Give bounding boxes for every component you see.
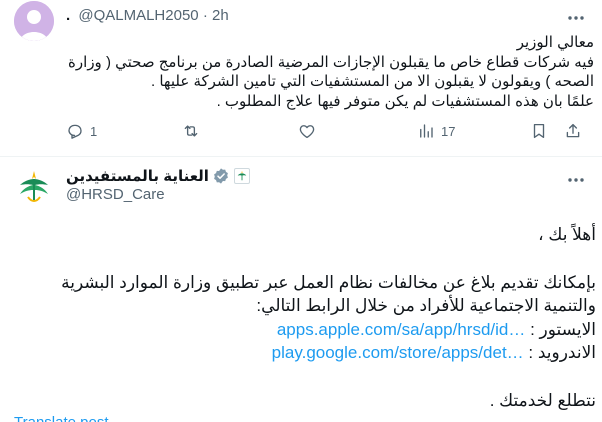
affiliate-logo-icon[interactable]	[233, 168, 250, 184]
author-handle[interactable]: @QALMALH2050	[78, 7, 198, 24]
android-row: الاندرويد : play.google.com/store/apps/d…	[14, 341, 596, 365]
author-handle[interactable]: @HRSD_Care	[66, 186, 165, 203]
bookmark-icon	[533, 123, 545, 139]
like-button[interactable]	[298, 122, 322, 140]
tweet-text: أهلاً بك ، بإمكانك تقديم بلاغ عن مخالفات…	[14, 223, 596, 412]
action-bar: 1 17	[66, 122, 586, 142]
paragraph-line: بإمكانك تقديم بلاغ عن مخالفات نظام العمل…	[61, 272, 596, 292]
more-options-icon[interactable]	[566, 8, 586, 28]
views-button[interactable]: 17	[417, 122, 455, 140]
separator: ·	[202, 7, 208, 24]
avatar[interactable]	[14, 1, 54, 41]
text-line: الصحه ) ويقولون لا يقبلون الا من المستشف…	[151, 73, 594, 90]
timestamp[interactable]: 2h	[212, 7, 229, 24]
reply-tweet[interactable]: . @QALMALH2050 · 2h معالي الوزير فيه شرك…	[0, 0, 602, 150]
ios-row: الايستور : apps.apple.com/sa/app/hrsd/id…	[14, 318, 596, 342]
main-tweet[interactable]: العناية بالمستفيدين @HRSD_Care أهلاً بك …	[0, 157, 602, 422]
text-line: فيه شركات قطاع خاص ما يقبلون الإجازات ال…	[68, 53, 594, 71]
share-icon	[566, 123, 580, 138]
android-link[interactable]: play.google.com/store/apps/det…	[272, 343, 524, 362]
author-name-row[interactable]: العناية بالمستفيدين	[66, 166, 250, 186]
ios-label: الايستور :	[530, 319, 596, 339]
views-count: 17	[441, 123, 456, 139]
views-icon	[420, 124, 433, 138]
greeting-text: أهلاً بك ،	[538, 225, 596, 244]
text-line: علمًا بان هذه المستشفيات لم يكن متوفر في…	[216, 92, 594, 110]
avatar-logo[interactable]	[14, 167, 54, 207]
reply-count: 1	[90, 123, 98, 139]
author-name[interactable]: .	[66, 7, 70, 24]
reply-text: معالي الوزير فيه شركات قطاع خاص ما يقبلو…	[66, 33, 594, 111]
reply-icon	[68, 124, 82, 139]
closing-text: نتطلع لخدمتك .	[489, 390, 596, 410]
ios-link[interactable]: apps.apple.com/sa/app/hrsd/id…	[277, 320, 526, 339]
hrsd-logo-icon	[20, 171, 48, 203]
heart-icon	[299, 125, 315, 139]
verified-badge-icon[interactable]	[212, 167, 230, 185]
translate-link[interactable]: Translate post	[14, 414, 109, 422]
share-button[interactable]	[564, 122, 582, 140]
text-line: معالي الوزير	[516, 34, 594, 51]
bookmark-button[interactable]	[530, 122, 548, 140]
reply-header: . @QALMALH2050 · 2h	[66, 7, 229, 24]
more-options-icon[interactable]	[566, 170, 586, 190]
android-label: الاندرويد :	[528, 343, 596, 362]
retweet-icon	[184, 125, 198, 137]
retweet-button[interactable]	[182, 122, 206, 140]
paragraph-line: والتنمية الاجتماعية للأفراد من خلال الرا…	[256, 296, 596, 315]
author-name[interactable]: العناية بالمستفيدين	[66, 167, 209, 185]
reply-button[interactable]: 1	[66, 122, 97, 140]
